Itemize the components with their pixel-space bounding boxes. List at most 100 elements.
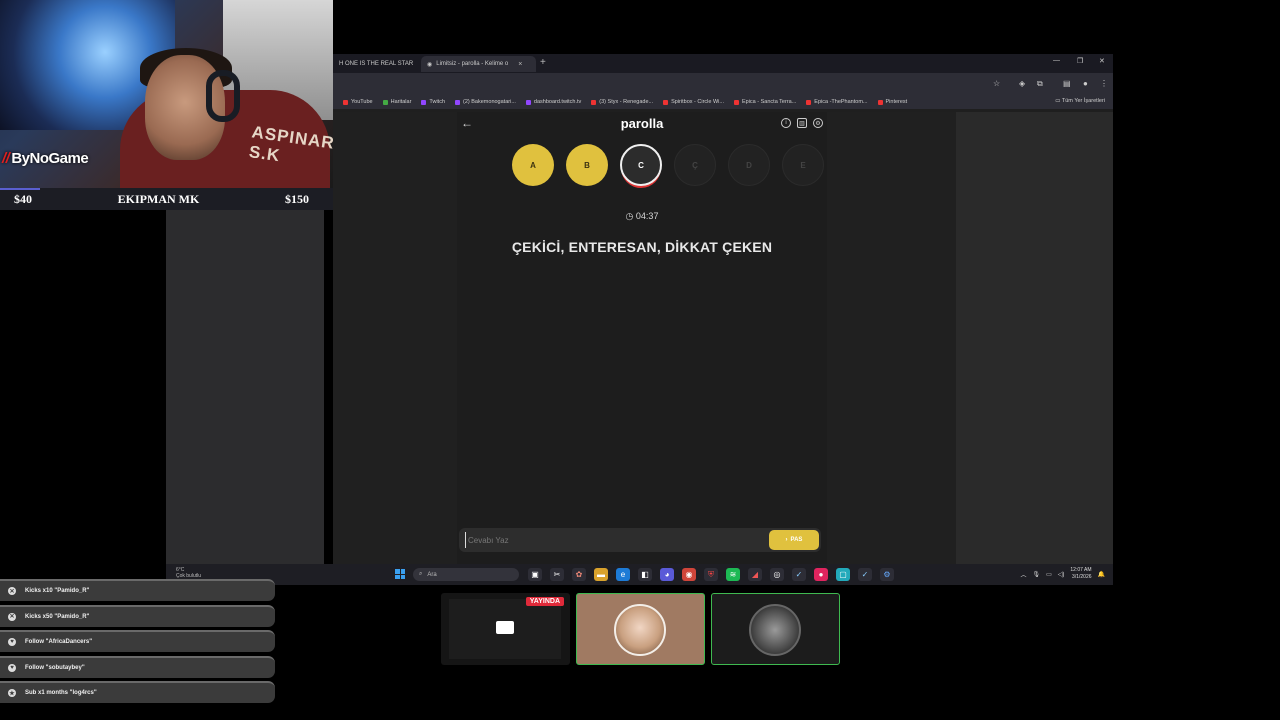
close-icon: ✕ — [8, 612, 16, 621]
search-icon: ⌕ — [419, 571, 423, 577]
restore-icon[interactable]: ❐ — [1077, 57, 1083, 65]
avatar — [749, 604, 801, 656]
store-icon[interactable]: ◧ — [638, 568, 652, 581]
steam-icon[interactable]: ✓ — [858, 568, 872, 581]
alert-text: Kicks x50 "Pamido_R" — [25, 613, 90, 620]
heart-icon: ♥ — [8, 638, 16, 647]
close-window-icon[interactable]: ✕ — [1099, 57, 1105, 65]
folder-icon[interactable]: ▬ — [594, 568, 608, 581]
clock-time: 12:07 AM — [1070, 567, 1092, 573]
extension-icon[interactable]: ◈ — [1019, 79, 1025, 88]
bookmark-item[interactable]: (3) Styx - Renegade... — [591, 99, 653, 105]
clock[interactable]: 12:07 AM 3/1/2026 — [1070, 567, 1091, 581]
guest-tile[interactable] — [576, 593, 705, 665]
bookmark-item[interactable]: Spiritbox - Circle Wi... — [663, 99, 724, 105]
guest-screen-share[interactable]: YAYINDA — [441, 593, 570, 665]
alert-item: ✕ Kicks x10 "Pamido_R" — [0, 579, 275, 601]
volume-icon[interactable]: ◁) — [1058, 571, 1065, 578]
tab-music[interactable]: H ONE IS THE REAL STAR × — [333, 56, 419, 72]
settings-icon[interactable]: ⚙ — [813, 118, 823, 128]
star-icon[interactable]: ☆ — [993, 79, 1000, 88]
obs-icon[interactable]: ◎ — [770, 568, 784, 581]
alert-item: ★ Sub x1 months "log4rcs" — [0, 681, 275, 704]
youtube-icon — [806, 99, 812, 105]
guest-tile[interactable] — [711, 593, 840, 665]
brand-logo: //ByNoGame — [2, 150, 89, 167]
price-right: $150 — [285, 191, 309, 206]
all-bookmarks[interactable]: ▭ Tüm Yer İşaretleri — [1055, 98, 1105, 104]
letter-a: A — [512, 144, 554, 186]
app-icon[interactable]: ● — [814, 568, 828, 581]
brand-slash-icon: // — [2, 150, 10, 167]
windows-start-icon[interactable] — [395, 569, 405, 579]
new-tab-button[interactable]: + — [540, 57, 546, 68]
alert-text: Follow "AfricaDancers" — [25, 639, 93, 646]
valorant-icon[interactable]: ◢ — [748, 568, 762, 581]
close-icon[interactable]: × — [518, 61, 522, 68]
sidepanel-icon[interactable]: ▤ — [1063, 79, 1071, 88]
bookmark-item[interactable]: dashboard.twitch.tv — [525, 99, 581, 105]
spotify-icon[interactable]: ≋ — [726, 568, 740, 581]
answer-input[interactable] — [465, 532, 755, 548]
headset-icon — [206, 70, 240, 122]
event-alerts: ✕ Kicks x10 "Pamido_R" ✕ Kicks x50 "Pami… — [0, 579, 275, 707]
page-viewport: ← parolla i ▥ ⚙ A B C Ç D E ◷ 04:37 ÇEKİ… — [333, 112, 956, 564]
menu-icon[interactable]: ⋮ — [1100, 79, 1108, 88]
bookmark-item[interactable]: Twitch — [421, 99, 445, 105]
taskbar-apps: ▣ ✂ ✿ ▬ e ◧ ◕ ◉ ⛨ ≋ ◢ ◎ ✓ ● ▢ ✓ ⚙ — [528, 568, 894, 581]
bookmark-item[interactable]: YouTube — [343, 99, 373, 105]
timer: ◷ 04:37 — [457, 211, 827, 222]
letter-wheel: A B C Ç D E — [512, 144, 824, 186]
microphone-icon[interactable]: 🎙 — [1032, 571, 1040, 578]
discord-icon[interactable]: ◕ — [660, 568, 674, 581]
puzzle-icon[interactable]: ⧉ — [1037, 79, 1043, 89]
bookmark-item[interactable]: Pinterest — [877, 99, 907, 105]
tab-bar: H ONE IS THE REAL STAR × ◉ Limitsiz - pa… — [333, 54, 1113, 73]
copilot-icon[interactable]: ✿ — [572, 568, 586, 581]
weather-widget[interactable]: 6°C Çok bulutlu — [176, 567, 201, 579]
youtube-icon — [733, 99, 739, 105]
edge-icon[interactable]: e — [616, 568, 630, 581]
chrome-icon[interactable]: ◉ — [682, 568, 696, 581]
avatar — [614, 604, 666, 656]
clock-date: 3/1/2026 — [1072, 574, 1092, 580]
capcut-icon[interactable]: ✂ — [550, 568, 564, 581]
shield-icon[interactable]: ⛨ — [704, 568, 718, 581]
alert-text: Sub x1 months "log4rcs" — [25, 690, 97, 697]
page-side-panel — [956, 112, 1113, 564]
bookmark-item[interactable]: Epica -ThePhantom... — [806, 99, 868, 105]
steam-icon[interactable]: ✓ — [792, 568, 806, 581]
bookmark-item[interactable]: (2) Bakemonogatari... — [455, 99, 516, 105]
pinterest-icon — [877, 99, 883, 105]
info-icon[interactable]: i — [781, 118, 791, 128]
pass-label: PAS — [790, 537, 803, 543]
stats-icon[interactable]: ▥ — [797, 118, 807, 128]
alert-text: Follow "sobutaybey" — [25, 664, 85, 671]
profile-icon[interactable]: ● — [1083, 79, 1088, 88]
chevron-up-icon[interactable]: ︿ — [1020, 570, 1026, 579]
letter-e: E — [782, 144, 824, 186]
minimize-icon[interactable]: — — [1053, 57, 1060, 64]
twitch-icon — [525, 99, 531, 105]
bookmark-item[interactable]: Haritalar — [382, 99, 411, 105]
alert-item: ♥ Follow "sobutaybey" — [0, 655, 275, 678]
game-title: parolla — [620, 116, 664, 131]
heart-icon: ♥ — [8, 663, 16, 672]
bookmark-item[interactable]: Epica - Sancta Terra... — [733, 99, 796, 105]
address-bar[interactable]: ☆ ◈ ⧉ ▤ ● ⋮ — [333, 73, 1113, 95]
live-badge: YAYINDA — [525, 597, 564, 606]
youtube-icon — [343, 99, 348, 105]
alert-text: Kicks x10 "Pamido_R" — [25, 588, 90, 594]
app-icon[interactable]: ▢ — [836, 568, 850, 581]
maps-icon — [382, 99, 388, 105]
network-icon[interactable]: ▭ — [1046, 571, 1052, 578]
task-view-icon[interactable]: ▣ — [528, 568, 542, 581]
notification-bell-icon[interactable]: 🔔 — [1098, 571, 1105, 578]
taskbar-search[interactable]: ⌕ Ara — [413, 568, 519, 581]
clue-text: ÇEKİCİ, ENTERESAN, DİKKAT ÇEKEN — [511, 239, 773, 255]
settings-icon[interactable]: ⚙ — [880, 568, 894, 581]
tab-parolla[interactable]: ◉ Limitsiz - parolla - Kelime o × — [421, 56, 536, 72]
pass-button[interactable]: › PAS — [769, 530, 819, 550]
answer-bar: › PAS — [459, 528, 821, 552]
game-toolbar: i ▥ ⚙ — [781, 118, 823, 128]
